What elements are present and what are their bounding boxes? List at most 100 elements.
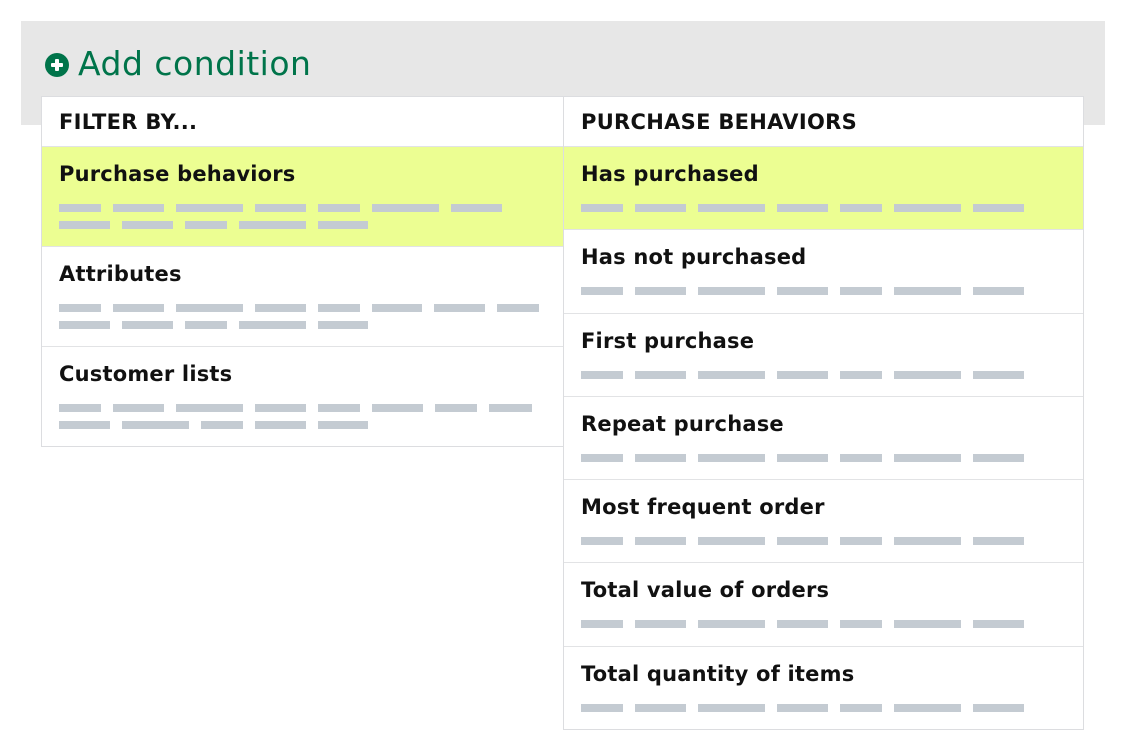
placeholder-bar: [894, 370, 961, 379]
placeholder-bar: [185, 221, 227, 229]
filter-by-panel: FILTER BY... Purchase behaviors Attribute…: [41, 96, 564, 447]
placeholder-bar: [318, 421, 368, 429]
placeholder-bar: [581, 370, 623, 379]
placeholder-line: [59, 421, 544, 429]
placeholder-bar: [973, 453, 1024, 462]
placeholder-description: [59, 304, 551, 338]
placeholder-bar: [122, 221, 173, 229]
placeholder-bar: [59, 204, 101, 212]
purchase-behavior-item[interactable]: Total value of orders: [564, 563, 1083, 647]
placeholder-bar: [973, 287, 1024, 296]
placeholder-bar: [581, 453, 623, 462]
placeholder-bar: [318, 304, 360, 312]
placeholder-bar: [894, 204, 961, 212]
placeholder-bar: [777, 703, 828, 712]
placeholder-bar: [122, 421, 189, 429]
placeholder-bar: [840, 620, 882, 629]
placeholder-bar: [894, 703, 961, 712]
placeholder-bar: [894, 453, 961, 462]
placeholder-bar: [185, 321, 227, 329]
purchase-behavior-item[interactable]: First purchase: [564, 314, 1083, 397]
placeholder-bar: [698, 370, 765, 379]
placeholder-bar: [59, 221, 110, 229]
placeholder-bar: [59, 421, 110, 429]
add-condition-button[interactable]: Add condition: [45, 44, 311, 83]
placeholder-bar: [973, 370, 1024, 379]
placeholder-bar: [581, 620, 623, 629]
placeholder-bar: [255, 204, 306, 212]
placeholder-bar: [581, 287, 623, 296]
placeholder-bar: [451, 204, 502, 212]
placeholder-bar: [255, 404, 306, 412]
placeholder-bar: [435, 404, 477, 412]
placeholder-bar: [489, 404, 532, 412]
purchase-behavior-item[interactable]: Total quantity of items: [564, 647, 1083, 730]
placeholder-description: [581, 703, 1036, 721]
purchase-behavior-item-label: Total quantity of items: [581, 661, 855, 686]
placeholder-bar: [318, 204, 360, 212]
placeholder-bar: [255, 304, 306, 312]
placeholder-bar: [698, 287, 765, 296]
placeholder-description: [581, 370, 1036, 388]
placeholder-bar: [635, 287, 686, 296]
placeholder-bar: [255, 421, 306, 429]
placeholder-bar: [372, 304, 422, 312]
placeholder-bar: [973, 620, 1024, 629]
placeholder-bar: [840, 703, 882, 712]
placeholder-bar: [635, 703, 686, 712]
placeholder-description: [581, 453, 1036, 471]
placeholder-bar: [318, 321, 368, 329]
placeholder-bar: [973, 703, 1024, 712]
placeholder-bar: [59, 404, 101, 412]
placeholder-bar: [113, 304, 164, 312]
placeholder-line: [581, 537, 1036, 546]
placeholder-bar: [581, 537, 623, 546]
placeholder-bar: [176, 404, 243, 412]
purchase-behaviors-header: PURCHASE BEHAVIORS: [564, 97, 1083, 147]
placeholder-bar: [318, 221, 368, 229]
filter-by-item[interactable]: Purchase behaviors: [42, 147, 563, 247]
placeholder-bar: [777, 620, 828, 629]
purchase-behavior-item-label: Has not purchased: [581, 245, 807, 270]
filter-by-item[interactable]: Customer lists: [42, 347, 563, 447]
placeholder-bar: [239, 321, 306, 329]
placeholder-bar: [318, 404, 360, 412]
filter-by-item-label: Customer lists: [59, 362, 233, 386]
purchase-behavior-item[interactable]: Repeat purchase: [564, 397, 1083, 481]
placeholder-line: [581, 287, 1036, 296]
purchase-behavior-item[interactable]: Has not purchased: [564, 230, 1083, 314]
placeholder-bar: [113, 204, 164, 212]
placeholder-description: [581, 537, 1036, 554]
placeholder-bar: [176, 204, 243, 212]
placeholder-bar: [777, 204, 828, 212]
purchase-behavior-item[interactable]: Has purchased: [564, 147, 1083, 231]
placeholder-line: [581, 204, 1036, 212]
filter-by-item[interactable]: Attributes: [42, 247, 563, 347]
placeholder-line: [581, 620, 1036, 629]
placeholder-bar: [777, 370, 828, 379]
placeholder-bar: [840, 453, 882, 462]
placeholder-line: [59, 404, 544, 412]
placeholder-bar: [777, 453, 828, 462]
purchase-behavior-item-label: First purchase: [581, 328, 755, 353]
purchase-behavior-item[interactable]: Most frequent order: [564, 480, 1083, 564]
placeholder-line: [581, 703, 1036, 712]
placeholder-bar: [635, 453, 686, 462]
placeholder-bar: [201, 421, 243, 429]
placeholder-bar: [777, 537, 828, 546]
placeholder-bar: [840, 370, 882, 379]
placeholder-description: [581, 287, 1036, 304]
placeholder-bar: [894, 287, 961, 296]
placeholder-bar: [372, 404, 423, 412]
placeholder-bar: [239, 221, 306, 229]
purchase-behavior-item-label: Repeat purchase: [581, 411, 784, 436]
placeholder-bar: [122, 321, 173, 329]
placeholder-bar: [59, 304, 101, 312]
placeholder-bar: [973, 204, 1024, 212]
placeholder-bar: [176, 304, 243, 312]
placeholder-bar: [777, 287, 828, 296]
placeholder-description: [59, 204, 514, 238]
placeholder-bar: [894, 620, 961, 629]
placeholder-bar: [973, 537, 1024, 546]
placeholder-bar: [698, 620, 765, 629]
